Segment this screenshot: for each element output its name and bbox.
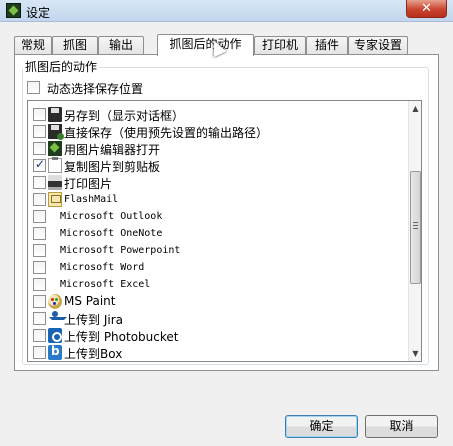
action-item[interactable]: 上传到 Photobucket [28,327,408,344]
action-checkbox[interactable] [33,346,46,359]
vertical-scrollbar[interactable]: ▲ ▼ [408,101,421,361]
action-item[interactable]: 复制图片到剪贴板 [28,157,408,174]
action-checkbox[interactable] [33,329,46,342]
action-checkbox[interactable] [33,176,46,189]
paint-icon [48,294,62,309]
save-direct-icon [48,124,64,140]
action-label: 直接保存（使用预先设置的输出路径） [64,126,269,140]
action-label: 另存到（显示对话框） [64,109,185,123]
action-label: Microsoft OneNote [60,228,163,239]
action-label: 上传到Box [64,347,123,361]
action-item[interactable]: 直接保存（使用预先设置的输出路径） [28,123,408,140]
action-label: FlashMail [64,194,119,205]
image-editor-icon [48,141,62,156]
action-checkbox[interactable] [33,278,46,291]
dynamic-save-location-checkbox[interactable] [27,81,40,94]
window-title: 设定 [26,6,51,20]
action-item[interactable]: 另存到（显示对话框） [28,106,408,123]
clipboard-icon [48,157,62,173]
action-item[interactable]: MS Paint [28,293,408,310]
grip-icon [413,222,418,229]
action-checkbox[interactable] [33,261,46,274]
photobucket-icon [48,328,62,343]
action-checkbox[interactable] [33,244,46,257]
ok-button[interactable]: 确定 [285,415,358,438]
action-label: 用图片编辑器打开 [64,143,161,157]
action-label: Microsoft Powerpoint [60,245,181,256]
action-checkbox[interactable] [33,210,46,223]
tab-plugins[interactable]: 插件 [306,36,348,55]
action-checkbox[interactable] [33,312,46,325]
action-item[interactable]: FlashMail [28,191,408,208]
action-checkbox[interactable] [33,125,46,138]
jira-icon [48,311,67,326]
action-checkbox[interactable] [33,142,46,155]
action-item[interactable]: Microsoft Word [28,259,408,276]
action-item[interactable]: 打印图片 [28,174,408,191]
action-label: 上传到 Jira [64,313,123,327]
box-icon [48,344,62,360]
action-checkbox[interactable] [33,227,46,240]
flashmail-icon [48,192,62,207]
action-label: 上传到 Photobucket [64,330,179,344]
action-item[interactable]: Microsoft Powerpoint [28,242,408,259]
action-label: Microsoft Excel [60,279,151,290]
action-label: 复制图片到剪贴板 [64,160,161,174]
title-bar: 设定 ✕ [0,0,453,22]
group-title: 抓图后的动作 [23,58,100,75]
action-item[interactable]: Microsoft Outlook [28,208,408,225]
scroll-down-button[interactable]: ▼ [409,346,421,361]
dynamic-save-location-label: 动态选择保存位置 [47,82,144,96]
action-label: MS Paint [64,294,116,308]
action-item[interactable]: 用图片编辑器打开 [28,140,408,157]
scroll-up-button[interactable]: ▲ [409,101,421,116]
action-item[interactable]: 上传到 Jira [28,310,408,327]
actions-list[interactable]: 另存到（显示对话框） 直接保存（使用预先设置的输出路径） 用图片编辑器打开复制图片到… [27,100,422,362]
tab-panel-after-capture: 抓图后的动作 动态选择保存位置 另存到（显示对话框） 直接保存（使用预先设置的输出… [14,54,439,371]
tab-capture[interactable]: 抓图 [52,36,98,55]
action-item[interactable]: 上传到Box [28,344,408,361]
action-checkbox[interactable] [33,157,46,172]
action-checkbox[interactable] [33,193,46,206]
scroll-thumb[interactable] [410,171,421,284]
save-as-icon [48,107,62,122]
close-button[interactable]: ✕ [406,0,447,18]
greenshot-app-icon [6,3,21,18]
cancel-button[interactable]: 取消 [365,415,438,438]
action-checkbox[interactable] [33,108,46,121]
tab-expert[interactable]: 专家设置 [348,36,408,55]
action-checkbox[interactable] [33,295,46,308]
tab-output[interactable]: 输出 [98,36,144,55]
actions-list-items: 另存到（显示对话框） 直接保存（使用预先设置的输出路径） 用图片编辑器打开复制图片到… [28,101,408,361]
printer-icon [48,175,62,190]
tab-general[interactable]: 常规 [14,36,52,55]
action-item[interactable]: Microsoft Excel [28,276,408,293]
tab-printer[interactable]: 打印机 [254,36,306,55]
action-label: Microsoft Outlook [60,211,163,222]
action-label: 打印图片 [64,177,113,191]
tab-after-capture[interactable]: 抓图后的动作 [157,34,254,56]
action-item[interactable]: Microsoft OneNote [28,225,408,242]
action-label: Microsoft Word [60,262,145,273]
